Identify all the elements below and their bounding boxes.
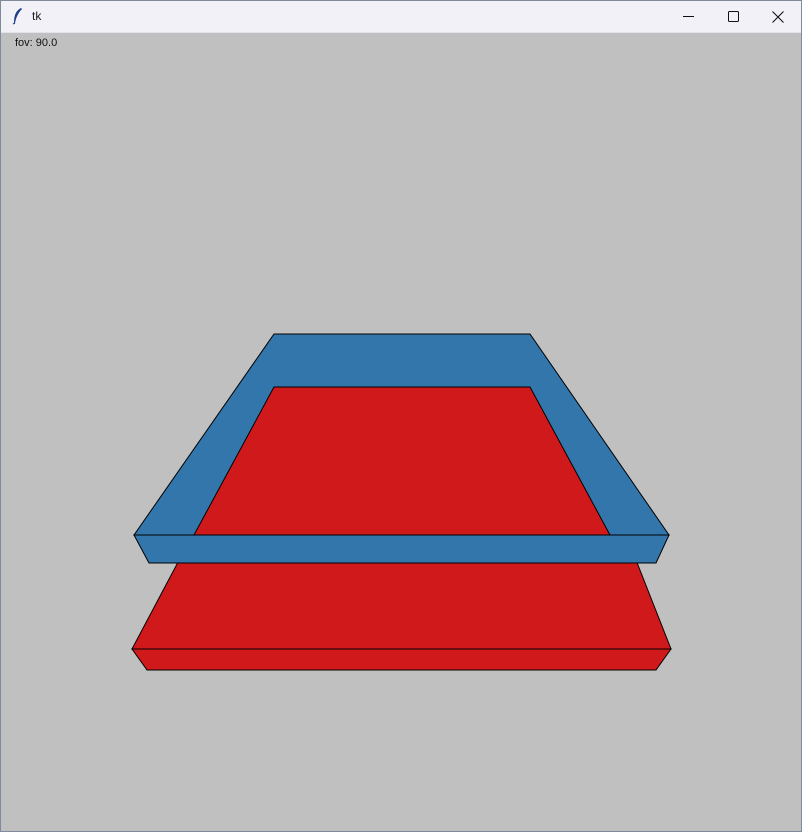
close-button[interactable] (755, 1, 801, 32)
app-window: tk fov: 90.0 (0, 0, 802, 832)
window-title: tk (32, 9, 42, 23)
scene-3d (131, 333, 672, 671)
close-icon (772, 10, 784, 23)
blue-frame-front-face (133, 534, 670, 564)
red-slab-front-face (131, 648, 672, 671)
minimize-button[interactable] (665, 1, 711, 32)
drawing-canvas[interactable]: fov: 90.0 (3, 33, 800, 829)
feather-icon (12, 8, 22, 25)
minimize-icon (682, 16, 694, 17)
maximize-button[interactable] (710, 1, 756, 32)
maximize-icon (727, 11, 739, 22)
title-bar[interactable]: tk (1, 1, 801, 33)
